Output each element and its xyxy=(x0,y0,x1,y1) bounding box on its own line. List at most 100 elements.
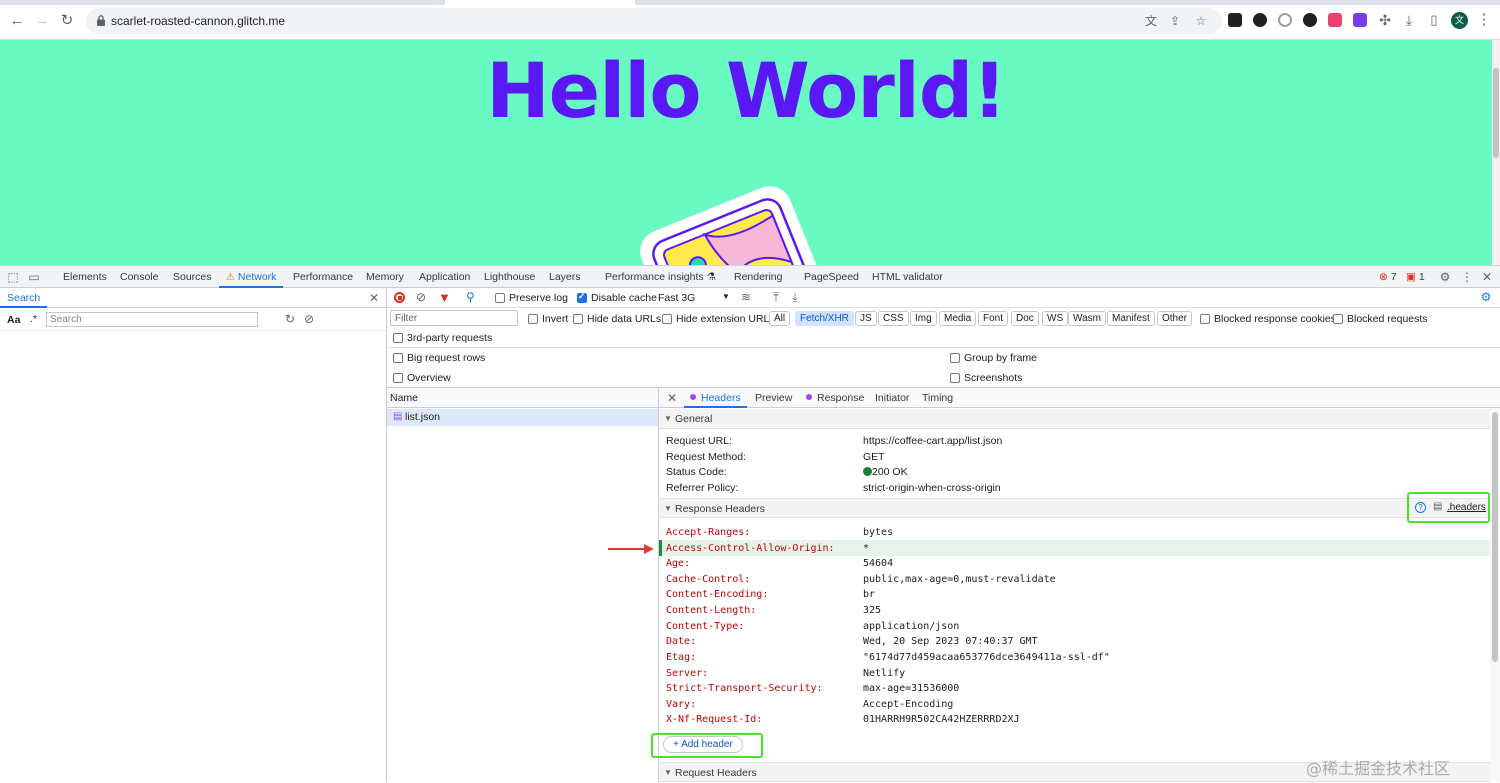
tab-lighthouse[interactable]: Lighthouse xyxy=(484,266,535,288)
tab-rendering[interactable]: Rendering xyxy=(734,266,782,288)
more-menu-icon[interactable]: ⋮ xyxy=(1475,11,1493,29)
extension-icon[interactable] xyxy=(1278,13,1292,27)
type-filter-ws[interactable]: WS xyxy=(1042,311,1069,326)
bookmark-star-icon[interactable]: ☆ xyxy=(1193,13,1209,29)
address-bar[interactable]: scarlet-roasted-cannon.glitch.me 文 ⇪ ☆ xyxy=(86,8,1222,34)
general-key: Request URL: xyxy=(666,435,732,447)
back-arrow-icon[interactable]: ← xyxy=(8,12,26,30)
request-row[interactable]: ▤ list.json xyxy=(387,409,658,426)
record-stop-icon[interactable] xyxy=(394,292,405,303)
settings-gear-icon[interactable]: ⚙ xyxy=(1438,270,1452,284)
inspect-element-icon[interactable]: ⬚ xyxy=(6,270,20,284)
filter-funnel-icon[interactable]: ▼ xyxy=(438,290,451,305)
tab-timing[interactable]: Timing xyxy=(922,388,953,408)
general-section-header[interactable]: ▼ General xyxy=(659,409,1490,429)
tab-preview[interactable]: Preview xyxy=(755,388,792,408)
tab-network[interactable]: ⚠ Network xyxy=(219,266,284,288)
devtools-tab-bar: ⬚ ▭ Elements Console Sources ⚠ Network P… xyxy=(0,266,1500,288)
profile-avatar[interactable]: 文 xyxy=(1451,12,1468,29)
extension-icon[interactable] xyxy=(1328,13,1342,27)
more-options-icon[interactable]: ⋮ xyxy=(1460,270,1474,284)
type-filter-other[interactable]: Other xyxy=(1157,311,1193,326)
refresh-search-icon[interactable]: ↻ xyxy=(283,312,297,326)
third-party-checkbox[interactable] xyxy=(393,333,403,343)
help-icon[interactable]: ? xyxy=(1415,502,1426,513)
share-icon[interactable]: ⇪ xyxy=(1167,13,1183,29)
search-icon[interactable]: ⚲ xyxy=(466,290,475,304)
filter-input[interactable] xyxy=(390,310,518,326)
tab-console[interactable]: Console xyxy=(120,266,159,288)
tab-layers[interactable]: Layers xyxy=(549,266,581,288)
close-devtools-icon[interactable]: ✕ xyxy=(1480,270,1494,284)
type-filter-font[interactable]: Font xyxy=(978,311,1009,326)
search-input[interactable] xyxy=(46,312,258,327)
extension-icon[interactable] xyxy=(1353,13,1367,27)
side-panel-icon[interactable]: ▯ xyxy=(1425,11,1443,29)
headers-file-link[interactable]: .headers xyxy=(1447,502,1486,513)
clear-search-icon[interactable]: ⊘ xyxy=(302,312,316,326)
blocked-requests-checkbox[interactable] xyxy=(1333,314,1343,324)
clear-log-icon[interactable]: ⊘ xyxy=(414,290,428,304)
extension-icon[interactable] xyxy=(1303,13,1317,27)
hide-extension-urls-checkbox[interactable] xyxy=(662,314,672,324)
extension-icon[interactable] xyxy=(1228,13,1242,27)
invert-checkbox[interactable] xyxy=(528,314,538,324)
response-headers-section-header[interactable]: ▼ Response Headers xyxy=(659,498,1490,518)
error-counter[interactable]: ⊗ 7 xyxy=(1379,266,1397,288)
export-har-icon[interactable]: ⤓ xyxy=(788,290,802,305)
type-filter-fetch-xhr[interactable]: Fetch/XHR xyxy=(795,311,854,326)
extension-icon[interactable] xyxy=(1253,13,1267,27)
reload-icon[interactable]: ↻ xyxy=(58,12,76,30)
network-conditions-icon[interactable]: ≋ xyxy=(739,290,753,304)
overview-checkbox[interactable] xyxy=(393,373,403,383)
puzzle-icon[interactable]: ✣ xyxy=(1376,11,1394,29)
device-toolbar-icon[interactable]: ▭ xyxy=(27,270,41,284)
type-filter-img[interactable]: Img xyxy=(910,311,937,326)
close-details-icon[interactable]: ✕ xyxy=(665,391,679,405)
tab-response[interactable]: Response xyxy=(806,388,864,408)
tab-pagespeed[interactable]: PageSpeed xyxy=(804,266,859,288)
tab-headers[interactable]: Headers xyxy=(684,388,747,408)
match-case-button[interactable]: Aa xyxy=(7,314,20,326)
chevron-down-icon[interactable]: ▼ xyxy=(722,292,730,301)
request-list-header: Name xyxy=(387,388,658,408)
tab-initiator[interactable]: Initiator xyxy=(875,388,909,408)
network-settings-icon[interactable]: ⚙ xyxy=(1479,290,1493,304)
throttling-select[interactable]: Fast 3G xyxy=(658,292,695,304)
type-filter-js[interactable]: JS xyxy=(855,311,877,326)
issue-counter[interactable]: ▣ 1 xyxy=(1406,266,1425,288)
disable-cache-checkbox[interactable] xyxy=(577,291,587,303)
hide-data-urls-checkbox[interactable] xyxy=(573,314,583,324)
regex-button[interactable]: .* xyxy=(30,313,37,325)
type-filter-wasm[interactable]: Wasm xyxy=(1068,311,1106,326)
request-name: list.json xyxy=(405,411,441,423)
type-filter-doc[interactable]: Doc xyxy=(1011,311,1039,326)
tab-sources[interactable]: Sources xyxy=(173,266,212,288)
type-filter-manifest[interactable]: Manifest xyxy=(1107,311,1155,326)
import-har-icon[interactable]: ⤒ xyxy=(769,290,783,305)
big-rows-checkbox[interactable] xyxy=(393,353,403,363)
type-filter-all[interactable]: All xyxy=(769,311,791,326)
type-filter-css[interactable]: CSS xyxy=(878,311,909,326)
tab-performance[interactable]: Performance xyxy=(293,266,353,288)
preserve-log-checkbox[interactable] xyxy=(495,293,505,303)
add-header-button[interactable]: + Add header xyxy=(663,736,743,753)
name-column-header[interactable]: Name xyxy=(390,392,418,404)
type-filter-media[interactable]: Media xyxy=(939,311,977,326)
tab-application[interactable]: Application xyxy=(419,266,470,288)
forward-arrow-icon[interactable]: → xyxy=(33,12,51,30)
tab-performance-insights[interactable]: Performance insights ⚗ xyxy=(605,266,716,288)
blocked-cookies-checkbox[interactable] xyxy=(1200,314,1210,324)
translate-icon[interactable]: 文 xyxy=(1143,13,1159,29)
page-scrollbar[interactable] xyxy=(1492,40,1500,265)
screenshots-checkbox[interactable] xyxy=(950,373,960,383)
search-tab[interactable]: Search xyxy=(0,288,48,308)
details-scrollbar[interactable] xyxy=(1490,408,1500,782)
group-by-frame-checkbox[interactable] xyxy=(950,353,960,363)
header-key: Accept-Ranges: xyxy=(666,527,751,538)
download-icon[interactable]: ⤓ xyxy=(1400,11,1418,29)
tab-memory[interactable]: Memory xyxy=(366,266,404,288)
close-search-icon[interactable]: ✕ xyxy=(367,291,381,305)
tab-html-validator[interactable]: HTML validator xyxy=(872,266,943,288)
tab-elements[interactable]: Elements xyxy=(63,266,107,288)
